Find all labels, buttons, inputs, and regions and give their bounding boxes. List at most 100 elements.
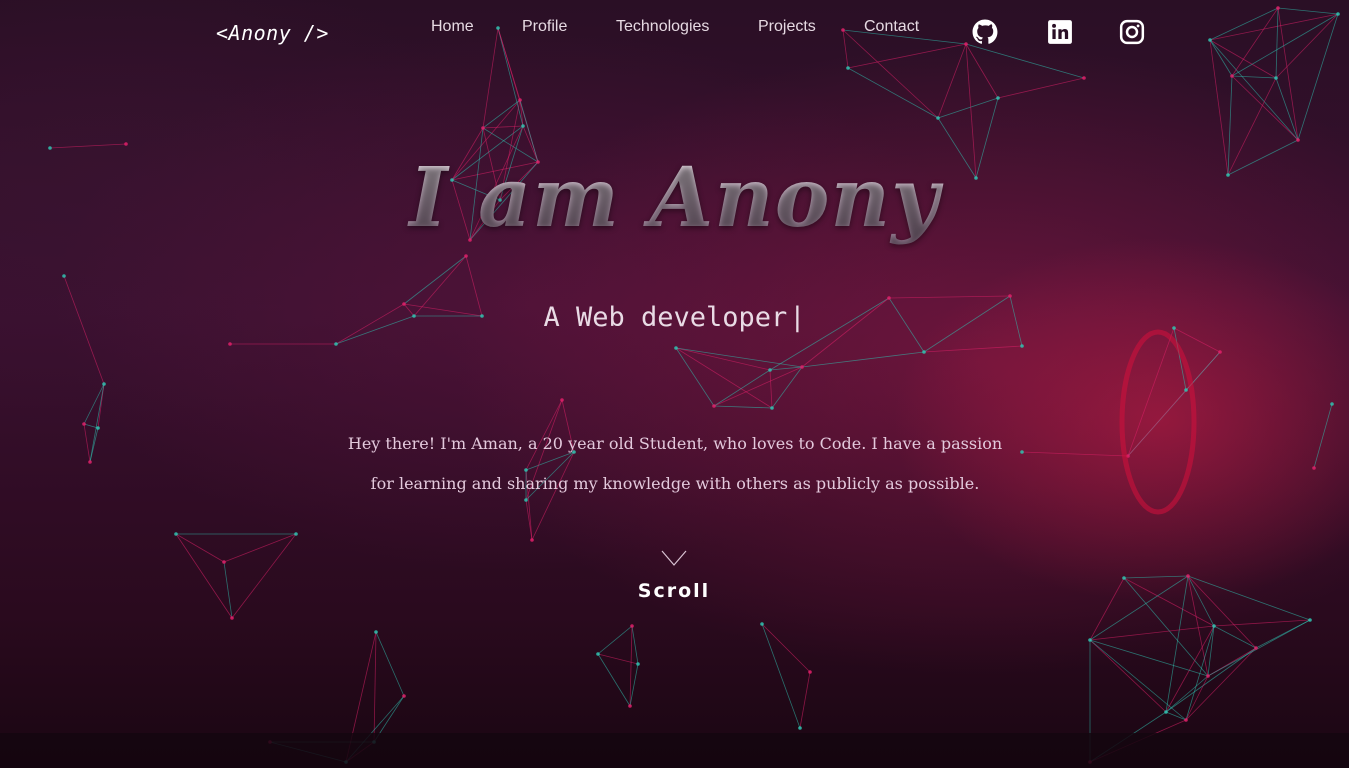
- network-node: [922, 350, 926, 354]
- network-node: [1230, 74, 1234, 78]
- network-line: [83, 423, 91, 463]
- network-node: [1274, 76, 1278, 80]
- role-typing-text: A Web developer|: [0, 302, 1349, 333]
- network-line: [1127, 327, 1175, 457]
- network-node: [1186, 574, 1190, 578]
- network-line: [1213, 625, 1257, 649]
- network-node: [808, 670, 812, 674]
- network-line: [1165, 711, 1187, 721]
- network-node: [1164, 710, 1168, 714]
- network-line: [1313, 403, 1333, 469]
- network-node: [1088, 638, 1092, 642]
- network-node: [402, 694, 406, 698]
- linkedin-icon: [1048, 20, 1072, 44]
- network-node: [1008, 294, 1012, 298]
- network-line: [223, 561, 233, 619]
- network-node: [481, 126, 485, 130]
- network-line: [771, 366, 803, 409]
- intro-paragraph: Hey there! I'm Aman, a 20 year old Stude…: [347, 434, 1003, 493]
- network-node: [222, 560, 226, 564]
- network-line: [175, 533, 233, 619]
- nav-link-technologies[interactable]: Technologies: [616, 18, 709, 36]
- network-node: [96, 426, 100, 430]
- nav-link-home[interactable]: Home: [431, 18, 474, 36]
- network-node: [798, 726, 802, 730]
- network-node: [1020, 450, 1024, 454]
- network-line: [1089, 577, 1125, 641]
- instagram-icon: [1119, 19, 1145, 45]
- network-line: [1187, 575, 1209, 677]
- network-line: [175, 533, 225, 563]
- network-node: [1330, 402, 1334, 406]
- github-icon: [972, 19, 998, 44]
- scroll-label: Scroll: [637, 580, 711, 602]
- network-line: [923, 345, 1023, 353]
- brand-logo[interactable]: <Anony />: [216, 21, 329, 45]
- network-node: [760, 622, 764, 626]
- network-line: [597, 625, 633, 655]
- network-node: [996, 96, 1000, 100]
- network-line: [629, 625, 633, 707]
- network-line: [1089, 639, 1187, 721]
- network-line: [49, 143, 127, 149]
- network-node: [768, 368, 772, 372]
- network-node: [1184, 388, 1188, 392]
- chevron-down-icon: [661, 550, 687, 566]
- network-line: [375, 631, 405, 697]
- network-line: [761, 623, 801, 729]
- network-node: [596, 652, 600, 656]
- network-line: [1165, 647, 1257, 713]
- network-line: [1213, 619, 1311, 627]
- network-node: [82, 422, 86, 426]
- network-node: [628, 704, 632, 708]
- network-node: [560, 398, 564, 402]
- network-node: [521, 124, 525, 128]
- network-line: [631, 625, 639, 665]
- network-node: [374, 630, 378, 634]
- network-line: [89, 383, 105, 463]
- network-line: [1123, 575, 1189, 579]
- network-line: [801, 351, 925, 368]
- nav-link-contact[interactable]: Contact: [864, 18, 919, 36]
- network-line: [1231, 75, 1277, 79]
- network-node: [712, 404, 716, 408]
- network-node: [630, 624, 634, 628]
- github-link[interactable]: [972, 19, 998, 45]
- network-node: [530, 538, 534, 542]
- network-line: [769, 369, 773, 409]
- network-node: [518, 98, 522, 102]
- scroll-button[interactable]: Scroll: [624, 548, 724, 602]
- network-node: [1082, 76, 1086, 80]
- network-line: [83, 423, 99, 429]
- instagram-link[interactable]: [1119, 19, 1145, 45]
- network-line: [1187, 575, 1311, 621]
- linkedin-link[interactable]: [1047, 19, 1073, 45]
- network-node: [1184, 718, 1188, 722]
- hero-title: I am Anony: [0, 150, 1349, 246]
- network-line: [1187, 575, 1215, 627]
- nav-link-profile[interactable]: Profile: [522, 18, 567, 36]
- network-line: [997, 77, 1085, 99]
- network-node: [124, 142, 128, 146]
- network-node: [770, 406, 774, 410]
- network-line: [1207, 619, 1311, 677]
- network-line: [1187, 575, 1257, 649]
- network-line: [1127, 389, 1187, 457]
- network-line: [888, 295, 1011, 299]
- network-line: [713, 405, 773, 409]
- network-line: [1123, 577, 1215, 627]
- nav-link-projects[interactable]: Projects: [758, 18, 816, 36]
- network-line: [713, 366, 803, 407]
- network-node: [1206, 674, 1210, 678]
- network-line: [847, 67, 939, 119]
- network-line: [937, 97, 999, 119]
- network-line: [482, 99, 521, 129]
- network-line: [1207, 625, 1215, 677]
- network-line: [373, 631, 377, 743]
- network-node: [294, 532, 298, 536]
- network-node: [1254, 646, 1258, 650]
- navbar: <Anony /> Home Profile Technologies Proj…: [0, 0, 1349, 60]
- role-prefix: A: [543, 302, 560, 333]
- network-line: [1089, 639, 1167, 713]
- network-node: [102, 382, 106, 386]
